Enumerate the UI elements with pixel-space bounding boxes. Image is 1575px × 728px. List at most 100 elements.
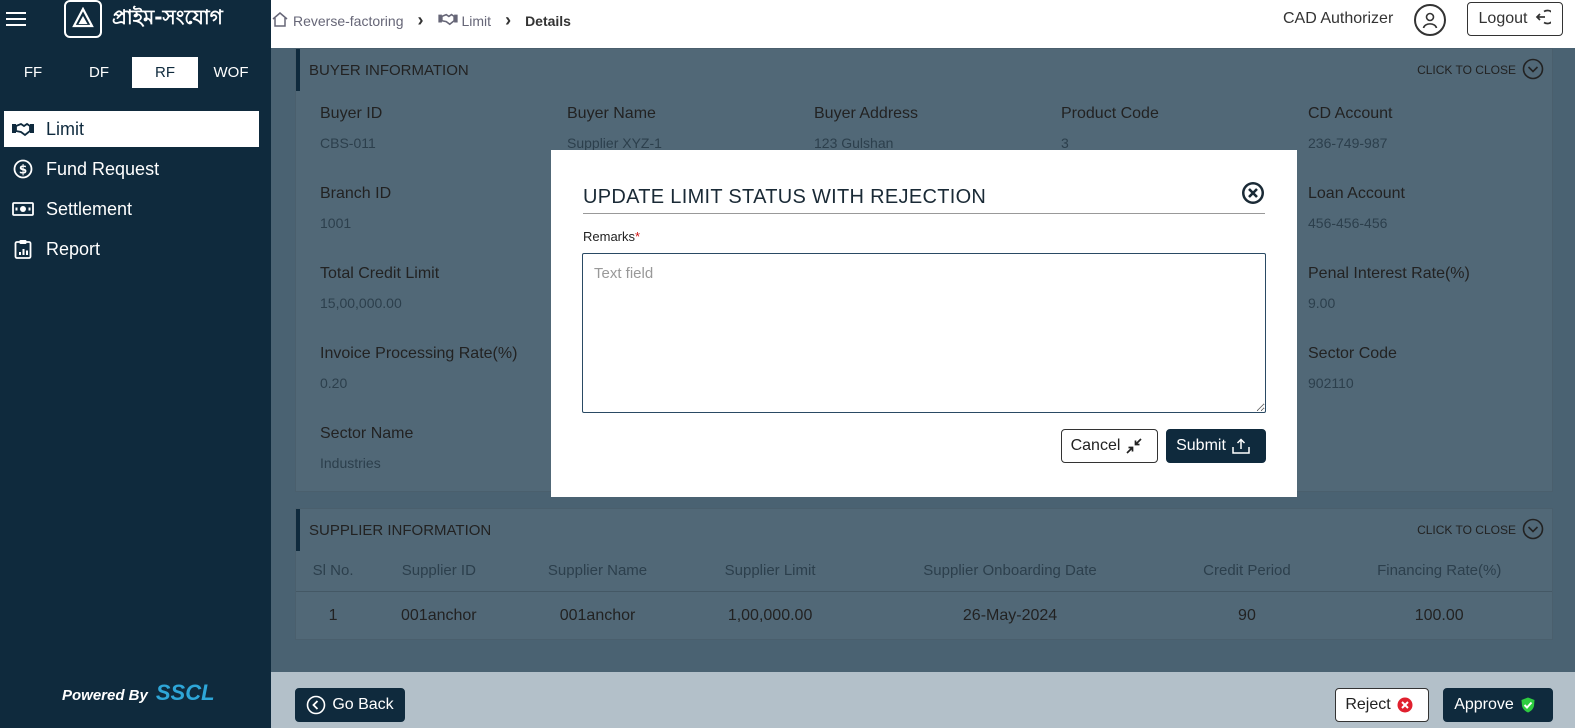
field-value: 1001 xyxy=(320,215,352,231)
supplier-table: Sl No. Supplier ID Supplier Name Supplier L… xyxy=(296,551,1552,641)
table-cell: 100.00 xyxy=(1326,590,1552,641)
modal-title: UPDATE LIMIT STATUS WITH REJECTION xyxy=(583,186,987,208)
remarks-label: Remarks* xyxy=(583,229,640,244)
column-header: Financing Rate(%) xyxy=(1377,562,1502,580)
supplier-card-header: SUPPLIER INFORMATION CLICK TO CLOSE xyxy=(296,509,1552,551)
tab-rf[interactable]: RF xyxy=(132,57,198,88)
column-header: Supplier Onboarding Date xyxy=(923,562,1097,580)
column-header: Sl No. xyxy=(312,562,354,580)
field-value: CBS-011 xyxy=(320,135,376,151)
arrow-left-circle-icon xyxy=(306,695,326,715)
reject-limit-modal: UPDATE LIMIT STATUS WITH REJECTION Remar… xyxy=(551,150,1297,497)
breadcrumb-item-details: Details xyxy=(525,12,571,29)
buyer-field: Loan Account 456-456-456 xyxy=(1308,185,1555,265)
field-value: 0.20 xyxy=(320,375,348,391)
tab-df[interactable]: DF xyxy=(66,57,132,88)
user-role: CAD Authorizer xyxy=(1283,10,1394,27)
buyer-field: Sector Name Industries xyxy=(320,425,567,505)
required-asterisk: * xyxy=(635,229,641,244)
field-label: Buyer ID xyxy=(320,105,383,122)
field-label: Invoice Processing Rate(%) xyxy=(320,345,518,362)
brand-logo-icon xyxy=(64,0,102,38)
field-label: Buyer Address xyxy=(814,105,919,122)
brand[interactable]: প্রাইম-সংযোগ xyxy=(64,0,223,38)
remarks-textarea[interactable] xyxy=(582,253,1266,413)
field-label: Total Credit Limit xyxy=(320,265,440,282)
compress-arrows-icon xyxy=(1126,438,1143,454)
field-value: Industries xyxy=(320,455,381,471)
sidebar-item-report[interactable]: Report xyxy=(4,231,259,267)
powered-by: Powered By SSCL xyxy=(62,680,215,706)
supplier-card-title: SUPPLIER INFORMATION xyxy=(309,521,492,539)
breadcrumb-label: Reverse-factoring xyxy=(293,12,404,29)
approve-button[interactable]: Approve xyxy=(1443,688,1553,722)
buyer-card-header: BUYER INFORMATION CLICK TO CLOSE xyxy=(296,49,1552,91)
brand-name: প্রাইম-সংযোগ xyxy=(112,4,223,29)
breadcrumb-item-limit[interactable]: Limit xyxy=(437,12,492,29)
buyer-field: Invoice Processing Rate(%) 0.20 xyxy=(320,345,567,425)
chevron-right-icon: › xyxy=(505,10,512,30)
buyer-card-title: BUYER INFORMATION xyxy=(309,61,469,79)
buyer-field: Sector Code 902110 xyxy=(1308,345,1555,425)
chevron-down-circle-icon xyxy=(1522,58,1544,83)
sidebar-item-label: Fund Request xyxy=(46,158,160,179)
handshake-icon xyxy=(12,118,34,140)
user-avatar-icon[interactable] xyxy=(1414,4,1446,36)
buyer-field: Penal Interest Rate(%) 9.00 xyxy=(1308,265,1555,345)
tab-wof[interactable]: WOF xyxy=(198,57,264,88)
field-value: Supplier XYZ-1 xyxy=(567,135,662,151)
column-header: Supplier ID xyxy=(401,562,476,580)
table-row[interactable]: 1 001anchor 001anchor 1,00,000.00 26-May-202… xyxy=(296,590,1552,641)
breadcrumb-label: Limit xyxy=(461,12,492,29)
top-header: Reverse-factoring › Limit › Details CAD … xyxy=(271,0,1575,48)
sidebar-item-settlement[interactable]: Settlement xyxy=(4,191,259,227)
handshake-icon xyxy=(437,12,458,29)
table-cell: 26-May-2024 xyxy=(852,590,1168,641)
field-label: CD Account xyxy=(1308,105,1393,122)
sidebar-item-fund-request[interactable]: $ Fund Request xyxy=(4,151,259,187)
sidebar-item-label: Settlement xyxy=(46,198,133,219)
submit-button[interactable]: Submit xyxy=(1166,429,1266,463)
logout-icon xyxy=(1533,8,1556,31)
approve-label: Approve xyxy=(1454,696,1514,713)
breadcrumb-item-reverse-factoring[interactable]: Reverse-factoring xyxy=(271,11,404,30)
buyer-field: Branch ID 1001 xyxy=(320,185,567,265)
home-icon xyxy=(271,11,289,30)
svg-text:$: $ xyxy=(19,163,27,177)
reject-button[interactable]: Reject xyxy=(1335,688,1429,722)
hamburger-menu-icon[interactable] xyxy=(6,12,26,26)
logout-button[interactable]: Logout xyxy=(1467,2,1563,36)
breadcrumb: Reverse-factoring › Limit › Details xyxy=(271,10,571,31)
cancel-button[interactable]: Cancel xyxy=(1061,429,1158,463)
column-header: Supplier Limit xyxy=(724,562,816,580)
supplier-card-close-toggle[interactable]: CLICK TO CLOSE xyxy=(1417,518,1544,543)
buyer-card-close-toggle[interactable]: CLICK TO CLOSE xyxy=(1417,58,1544,83)
submit-label: Submit xyxy=(1176,437,1226,454)
action-footer: Go Back Reject Approve xyxy=(271,672,1575,728)
field-value: 15,00,000.00 xyxy=(320,295,402,311)
sidebar-item-label: Limit xyxy=(46,118,85,139)
field-value: 456-456-456 xyxy=(1308,215,1388,231)
powered-by-label: Powered By xyxy=(62,687,148,704)
go-back-button[interactable]: Go Back xyxy=(295,688,405,722)
field-label: Sector Name xyxy=(320,425,414,442)
sidebar-item-limit[interactable]: Limit xyxy=(4,111,259,147)
sidebar-item-label: Report xyxy=(46,238,101,259)
table-cell: 001anchor xyxy=(507,590,688,641)
close-circle-icon[interactable] xyxy=(1241,181,1265,205)
close-toggle-label: CLICK TO CLOSE xyxy=(1417,63,1516,77)
clipboard-icon xyxy=(12,238,34,260)
mode-tabs: FF DF RF WOF xyxy=(0,57,271,88)
modal-divider xyxy=(583,213,1265,214)
logout-label: Logout xyxy=(1478,10,1528,27)
field-value: 9.00 xyxy=(1308,295,1336,311)
dollar-circle-icon: $ xyxy=(12,158,34,180)
chevron-down-circle-icon xyxy=(1522,518,1544,543)
buyer-field: CD Account 236-749-987 xyxy=(1308,105,1555,185)
powered-by-brand: SSCL xyxy=(155,680,215,705)
buyer-field: Buyer ID CBS-011 xyxy=(320,105,567,185)
field-label: Loan Account xyxy=(1308,185,1405,202)
x-circle-icon xyxy=(1397,697,1413,713)
tab-ff[interactable]: FF xyxy=(0,57,66,88)
field-label: Product Code xyxy=(1061,105,1159,122)
